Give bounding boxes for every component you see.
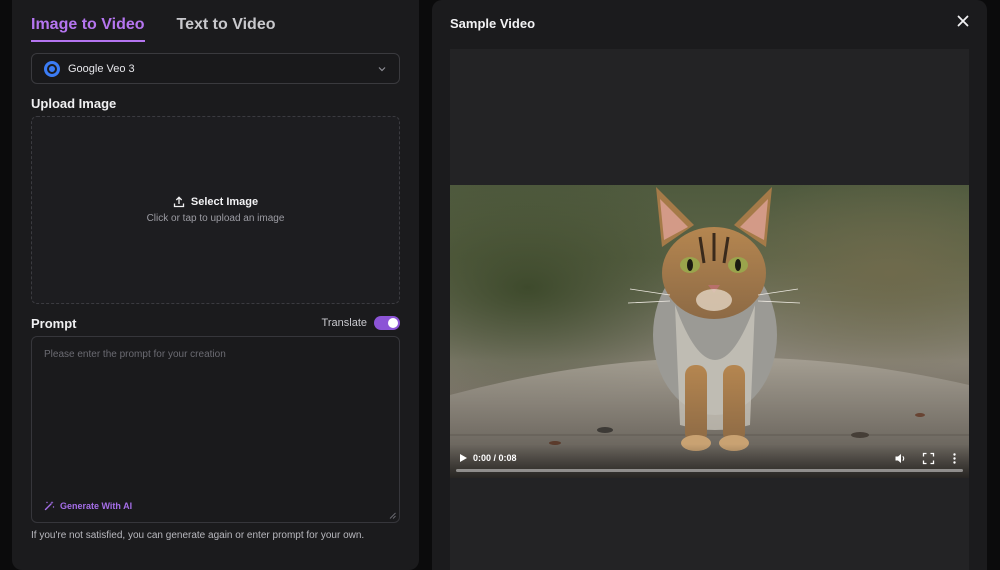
generate-with-ai-label: Generate With AI — [60, 500, 133, 511]
chevron-down-icon — [378, 66, 386, 71]
google-veo-logo-icon — [44, 60, 60, 77]
translate-label: Translate — [321, 317, 367, 329]
mode-tabs: Image to Video Text to Video — [31, 16, 276, 42]
upload-icon — [173, 196, 185, 208]
magic-wand-icon — [44, 501, 55, 511]
upload-image-label: Upload Image — [31, 96, 117, 111]
cat-video-still — [450, 185, 969, 478]
model-select-value: Google Veo 3 — [68, 62, 135, 75]
video-time: 0:00 / 0:08 — [473, 453, 517, 463]
regenerate-hint: If you're not satisfied, you can generat… — [31, 530, 365, 541]
select-image-button[interactable]: Select Image — [173, 196, 258, 208]
sample-video-title: Sample Video — [450, 16, 536, 31]
sample-video-panel: Sample Video 0:00 / 0:08 — [432, 0, 987, 570]
video-frame[interactable]: 0:00 / 0:08 — [450, 185, 969, 478]
prompt-label: Prompt — [31, 316, 77, 331]
video-progress-track[interactable] — [456, 469, 963, 472]
prompt-box: Generate With AI — [31, 336, 400, 523]
generator-panel: Image to Video Text to Video Google Veo … — [12, 0, 419, 570]
model-select[interactable]: Google Veo 3 — [31, 53, 400, 84]
translate-toggle[interactable] — [374, 316, 400, 330]
video-controls: 0:00 / 0:08 — [450, 444, 969, 478]
prompt-input[interactable] — [32, 337, 399, 477]
resize-handle-icon[interactable] — [389, 512, 396, 519]
translate-control: Translate — [322, 316, 400, 330]
play-icon[interactable] — [458, 453, 468, 463]
upload-hint: Click or tap to upload an image — [146, 213, 285, 224]
video-player: 0:00 / 0:08 — [450, 49, 969, 570]
more-options-icon[interactable] — [948, 452, 961, 465]
close-icon[interactable] — [956, 14, 970, 28]
fullscreen-icon[interactable] — [922, 452, 935, 465]
tab-image-to-video[interactable]: Image to Video — [31, 16, 145, 42]
tab-text-to-video[interactable]: Text to Video — [177, 16, 276, 42]
generate-with-ai-button[interactable]: Generate With AI — [44, 500, 132, 511]
volume-icon[interactable] — [894, 452, 907, 465]
toggle-knob — [388, 318, 398, 328]
select-image-label: Select Image — [190, 196, 259, 208]
image-upload-dropzone[interactable]: Select Image Click or tap to upload an i… — [31, 116, 400, 304]
